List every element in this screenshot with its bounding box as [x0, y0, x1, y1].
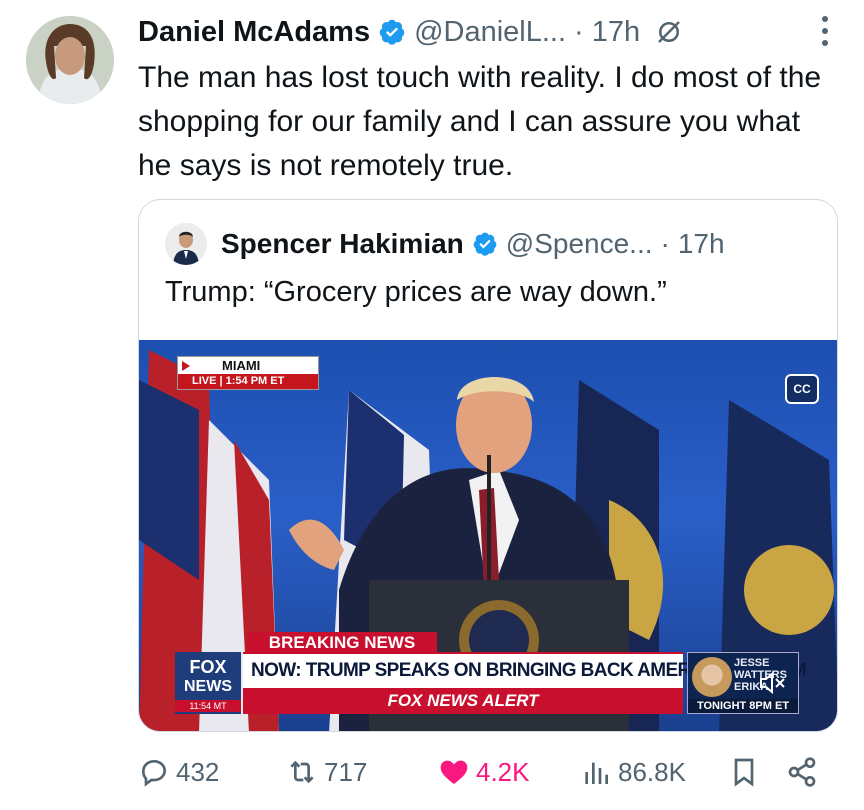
- logo-line1: FOX: [189, 657, 227, 677]
- more-dot-icon: [822, 28, 828, 34]
- repost-icon: [290, 760, 314, 784]
- more-dot-icon: [822, 16, 828, 22]
- location-label: MIAMI: [222, 358, 261, 373]
- closed-captions-button[interactable]: CC: [785, 374, 819, 404]
- quoted-tweet[interactable]: Spencer Hakimian @Spence... · 17h Trump:…: [138, 199, 838, 732]
- separator-dot: ·: [574, 15, 584, 48]
- logo-line2: NEWS: [184, 678, 232, 695]
- quoted-tweet-timestamp[interactable]: 17h: [678, 228, 725, 260]
- share-icon: [788, 757, 816, 787]
- heart-icon: [440, 760, 468, 784]
- tweet-header: Daniel McAdams @DanielL... · 17h: [138, 10, 684, 54]
- like-count: 4.2K: [476, 756, 530, 787]
- reply-icon: [141, 759, 167, 787]
- breaking-news-label: BREAKING NEWS: [247, 632, 437, 654]
- tweet-text: The man has lost touch with reality. I d…: [138, 61, 822, 182]
- quoted-author-name[interactable]: Spencer Hakimian: [221, 228, 464, 260]
- share-button[interactable]: [786, 748, 818, 796]
- author-avatar[interactable]: [26, 16, 114, 104]
- views-chart-icon: [585, 762, 608, 784]
- more-dot-icon: [822, 40, 828, 46]
- grok-icon[interactable]: [654, 17, 684, 47]
- author-handle[interactable]: @DanielL...: [414, 16, 566, 49]
- more-options-button[interactable]: [820, 16, 830, 46]
- logo-time: 11:54 MT: [175, 700, 241, 712]
- separator-dot: ·: [660, 228, 670, 259]
- news-headline: NOW: TRUMP SPEAKS ON BRINGING BACK AMERI…: [243, 652, 807, 688]
- author-name[interactable]: Daniel McAdams: [138, 16, 370, 49]
- quoted-tweet-text: Trump: “Grocery prices are way down.”: [165, 276, 667, 308]
- reply-count: 432: [176, 756, 220, 787]
- promo-line1: JESSE: [734, 657, 770, 669]
- verified-badge-icon: [473, 232, 497, 256]
- live-time-label: LIVE | 1:54 PM ET: [178, 374, 318, 389]
- views-count: 86.8K: [618, 756, 686, 787]
- quoted-author-handle[interactable]: @Spence...: [506, 228, 653, 260]
- like-button[interactable]: 4.2K: [438, 748, 530, 796]
- quoted-author-avatar[interactable]: [165, 223, 207, 265]
- views-button[interactable]: 86.8K: [580, 748, 686, 796]
- location-badge: MIAMI LIVE | 1:54 PM ET: [177, 356, 319, 390]
- tweet-actions: 432 717 4.2K 86.8K: [138, 748, 828, 796]
- play-indicator-icon: [182, 361, 190, 371]
- quoted-tweet-header: Spencer Hakimian @Spence... · 17h: [165, 222, 725, 266]
- news-alert-label: FOX NEWS ALERT: [243, 688, 683, 714]
- verified-badge-icon: [379, 19, 405, 45]
- promo-tonight: TONIGHT 8PM ET: [688, 699, 798, 713]
- repost-button[interactable]: 717: [286, 748, 367, 796]
- fox-news-logo: FOX NEWS 11:54 MT: [175, 652, 241, 714]
- bookmark-icon: [734, 758, 754, 787]
- promo-host-image: [692, 657, 732, 697]
- reply-button[interactable]: 432: [138, 748, 219, 796]
- mute-icon[interactable]: [759, 672, 787, 694]
- repost-count: 717: [324, 756, 368, 787]
- video-player[interactable]: MIAMI LIVE | 1:54 PM ET CC FOX NEWS 11:5…: [139, 340, 837, 731]
- tweet-timestamp[interactable]: 17h: [592, 16, 640, 49]
- bookmark-button[interactable]: [728, 748, 760, 796]
